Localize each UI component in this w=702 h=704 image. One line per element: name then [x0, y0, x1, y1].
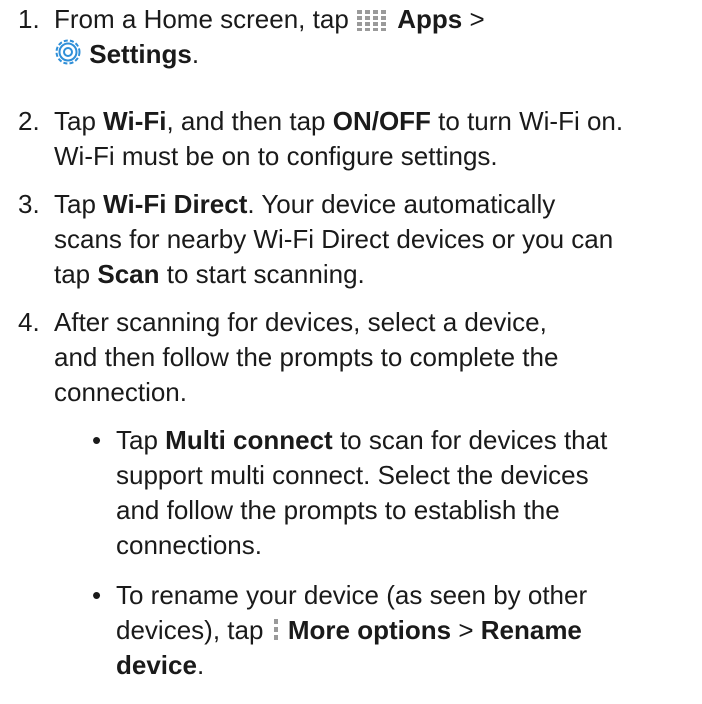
text: to start scanning. [159, 259, 365, 289]
bullet-text: Tap Multi connect to scan for devices th… [116, 423, 690, 563]
wifi-label: Wi-Fi [103, 106, 167, 136]
text: From a Home screen, tap [54, 4, 356, 34]
text: to turn Wi-Fi on. [430, 106, 624, 136]
onoff-label: ON/OFF [332, 106, 431, 136]
text-line: Wi-Fi must be on to configure settings. [54, 141, 498, 171]
settings-label: Settings [89, 39, 192, 69]
step-number: 3. [18, 189, 40, 219]
bullet-dot: • [92, 425, 102, 455]
period: . [196, 650, 205, 680]
bullet-dot: • [92, 580, 102, 610]
apps-grid-icon [357, 10, 386, 31]
multi-connect-label: Multi connect [165, 425, 333, 455]
step-text: Tap Wi-Fi Direct. Your device automatica… [54, 187, 690, 292]
text: devices), tap [116, 615, 271, 645]
period: . [191, 39, 200, 69]
more-options-icon [273, 619, 278, 640]
text: to scan for devices that [332, 425, 608, 455]
text-line: connection. [54, 377, 187, 407]
separator: > [451, 615, 481, 645]
text-line: After scanning for devices, select a dev… [54, 307, 547, 337]
rename-label: Rename [480, 615, 582, 645]
more-options-label: More options [287, 615, 452, 645]
text: tap [54, 259, 98, 289]
text: Tap [54, 189, 104, 219]
step-text: After scanning for devices, select a dev… [54, 305, 690, 410]
wifi-direct-label: Wi-Fi Direct [103, 189, 248, 219]
text: . Your device automatically [247, 189, 556, 219]
apps-label: Apps [397, 4, 463, 34]
text: Tap [54, 106, 104, 136]
text-line: and follow the prompts to establish the [116, 495, 560, 525]
step-text: From a Home screen, tap Apps > Settings. [54, 2, 690, 72]
rename-label-cont: device [116, 650, 197, 680]
text-line: scans for nearby Wi-Fi Direct devices or… [54, 224, 614, 254]
settings-gear-icon [55, 39, 81, 65]
text-line: To rename your device (as seen by other [116, 580, 588, 610]
text: , and then tap [166, 106, 333, 136]
text-line: connections. [116, 530, 262, 560]
step-number: 4. [18, 307, 40, 337]
text-line: and then follow the prompts to complete … [54, 342, 559, 372]
text: Tap [116, 425, 166, 455]
text-line: support multi connect. Select the device… [116, 460, 589, 490]
scan-label: Scan [97, 259, 160, 289]
bullet-text: To rename your device (as seen by other … [116, 578, 690, 683]
step-number: 2. [18, 106, 40, 136]
step-text: Tap Wi-Fi, and then tap ON/OFF to turn W… [54, 104, 690, 174]
separator: > [462, 4, 485, 34]
step-number: 1. [18, 4, 40, 34]
instruction-document: 1. From a Home screen, tap Apps > Settin… [0, 0, 702, 704]
